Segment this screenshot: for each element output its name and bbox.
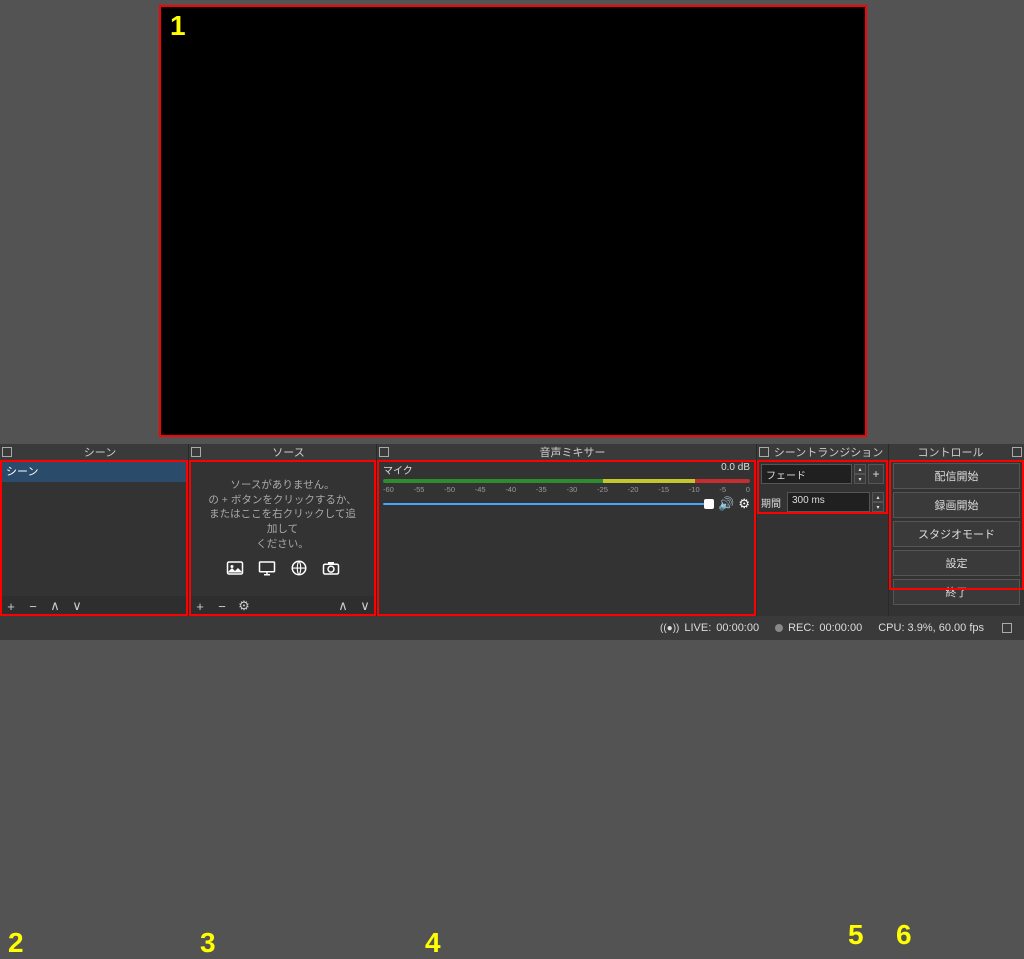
transitions-dock: シーントランジション フェード ▴▾ + 期間 300 ms ▴▾ <box>756 444 888 616</box>
gear-icon[interactable]: ⚙ <box>738 496 750 512</box>
add-scene-button[interactable]: + <box>4 599 18 614</box>
audio-meter <box>383 479 750 483</box>
chevron-down-icon[interactable]: ▾ <box>872 502 884 512</box>
image-source-icon <box>225 559 245 582</box>
source-settings-button[interactable]: ⚙ <box>237 598 251 614</box>
popout-icon[interactable] <box>1002 623 1012 633</box>
annotation-4: 4 <box>425 927 441 959</box>
status-bar: ((●)) LIVE: 00:00:00 REC: 00:00:00 CPU: … <box>0 616 1024 640</box>
add-transition-button[interactable]: + <box>868 464 884 484</box>
add-source-button[interactable]: + <box>193 599 207 614</box>
chevron-down-icon[interactable]: ▾ <box>854 474 866 484</box>
scene-up-button[interactable]: ∧ <box>48 598 62 614</box>
meter-ticks: -60-55-50-45-40-35-30-25-20-15-10-50 <box>383 485 750 494</box>
duration-input[interactable]: 300 ms <box>787 492 870 512</box>
scenes-title: シーン <box>12 444 188 460</box>
popout-icon[interactable] <box>379 447 389 457</box>
sources-empty-line: ソースがありません。 <box>205 478 360 493</box>
mixer-channel: マイク 0.0 dB -60-55-50-45-40-35-30-25-20-1… <box>377 460 756 514</box>
speaker-icon[interactable]: 🔊 <box>718 496 734 512</box>
globe-source-icon <box>289 559 309 582</box>
mixer-title: 音声ミキサー <box>389 444 756 460</box>
start-stream-button[interactable]: 配信開始 <box>893 463 1020 489</box>
rec-time: 00:00:00 <box>819 622 862 634</box>
rec-label: REC: <box>788 622 814 634</box>
source-up-button[interactable]: ∧ <box>336 598 350 614</box>
transition-type-select[interactable]: フェード <box>761 464 852 484</box>
chevron-up-icon[interactable]: ▴ <box>854 464 866 474</box>
rec-dot-icon <box>775 624 783 632</box>
sources-empty-line: またはここを右クリックして追加して <box>205 507 360 536</box>
remove-source-button[interactable]: − <box>215 599 229 614</box>
sources-dock: ソース ソースがありません。 の + ボタンをクリックするか、 またはここを右ク… <box>188 444 376 616</box>
annotation-6: 6 <box>896 919 912 951</box>
scene-item[interactable]: シーン <box>0 460 188 482</box>
scene-down-button[interactable]: ∨ <box>70 598 84 614</box>
sources-list[interactable]: ソースがありません。 の + ボタンをクリックするか、 またはここを右クリックし… <box>189 460 376 616</box>
controls-dock: コントロール 配信開始 録画開始 スタジオモード 設定 終了 <box>888 444 1024 616</box>
annotation-5: 5 <box>848 919 864 951</box>
controls-title: コントロール <box>889 444 1012 460</box>
channel-db: 0.0 dB <box>721 462 750 477</box>
transitions-title: シーントランジション <box>769 444 888 460</box>
studio-mode-button[interactable]: スタジオモード <box>893 521 1020 547</box>
annotation-2: 2 <box>8 927 24 959</box>
remove-scene-button[interactable]: − <box>26 599 40 614</box>
source-down-button[interactable]: ∨ <box>358 598 372 614</box>
settings-button[interactable]: 設定 <box>893 550 1020 576</box>
chevron-up-icon[interactable]: ▴ <box>872 492 884 502</box>
popout-icon[interactable] <box>2 447 12 457</box>
display-source-icon <box>257 559 277 582</box>
volume-slider[interactable] <box>383 503 714 505</box>
scenes-dock: シーン シーン + − ∧ ∨ <box>0 444 188 616</box>
start-record-button[interactable]: 録画開始 <box>893 492 1020 518</box>
camera-source-icon <box>321 559 341 582</box>
popout-icon[interactable] <box>1012 447 1022 457</box>
popout-icon[interactable] <box>191 447 201 457</box>
sources-title: ソース <box>201 444 376 460</box>
channel-name: マイク <box>383 462 413 477</box>
preview-canvas[interactable] <box>159 5 867 437</box>
live-icon: ((●)) <box>660 623 679 634</box>
live-label: LIVE: <box>684 622 711 634</box>
sources-empty-line: ください。 <box>205 537 360 552</box>
popout-icon[interactable] <box>759 447 769 457</box>
duration-label: 期間 <box>761 495 785 510</box>
annotation-3: 3 <box>200 927 216 959</box>
sources-empty-line: の + ボタンをクリックするか、 <box>205 493 360 508</box>
exit-button[interactable]: 終了 <box>893 579 1020 605</box>
audio-mixer-dock: 音声ミキサー マイク 0.0 dB -60-55-50-45-40-35-30-… <box>376 444 756 616</box>
cpu-stats: CPU: 3.9%, 60.00 fps <box>878 622 984 634</box>
live-time: 00:00:00 <box>716 622 759 634</box>
